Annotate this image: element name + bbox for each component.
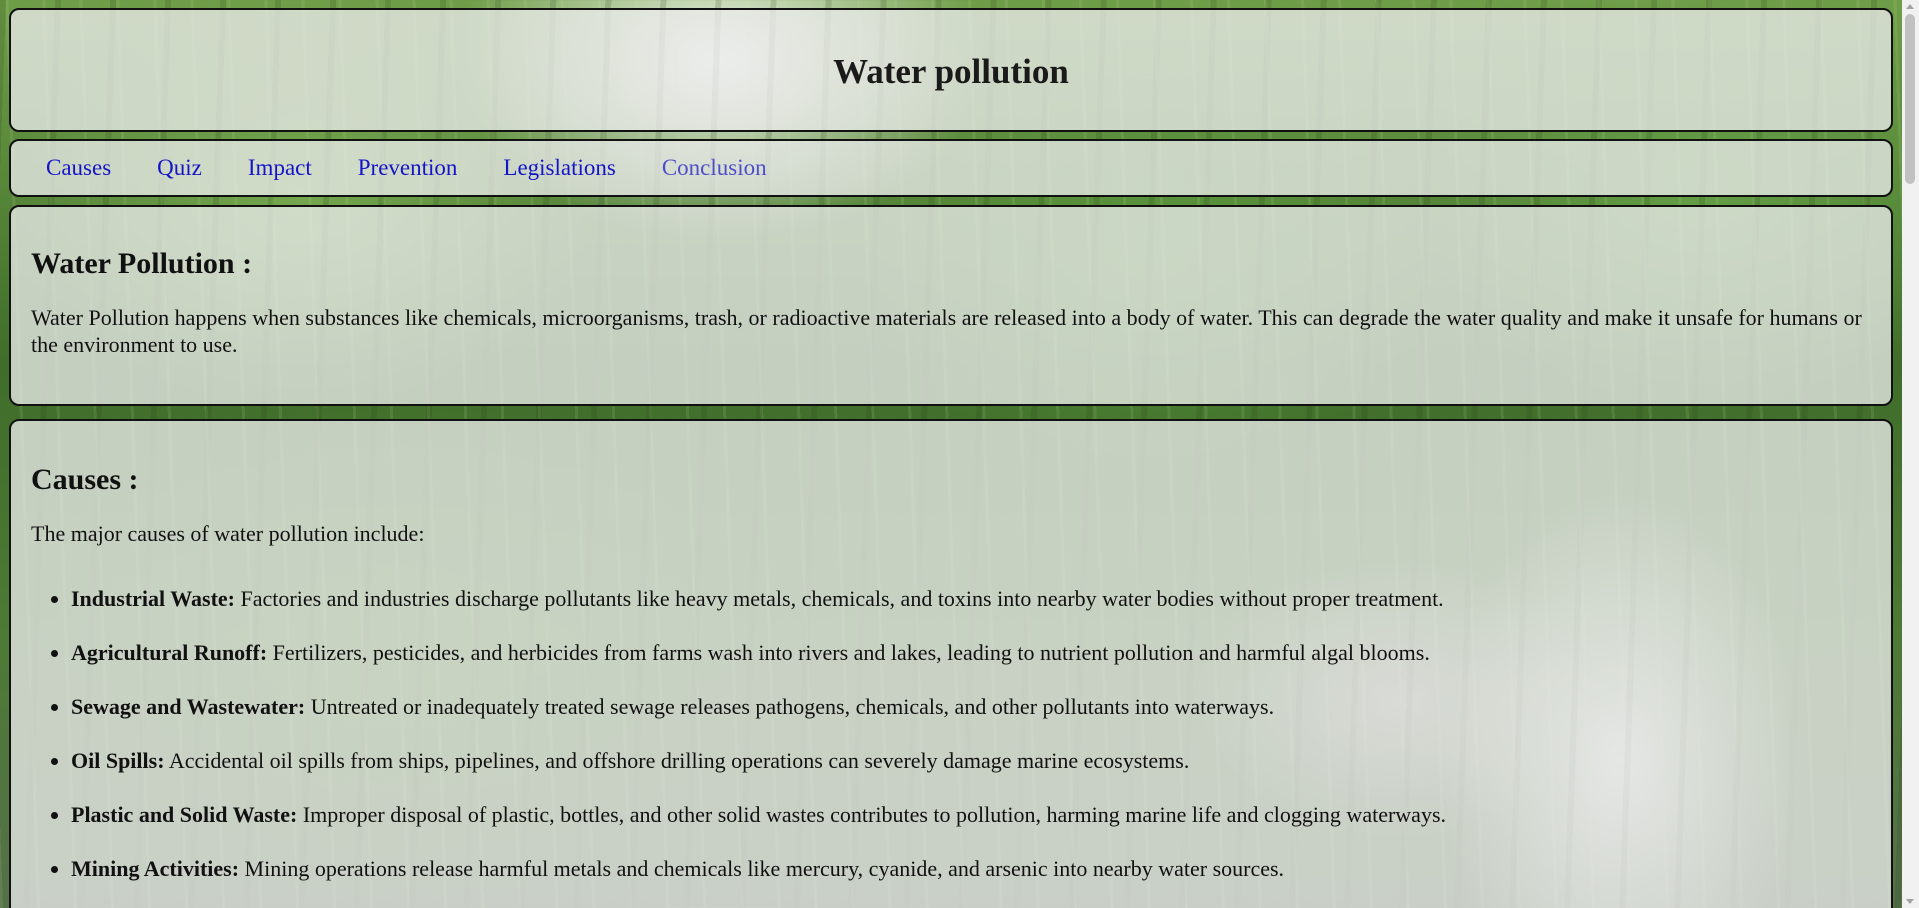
- cause-term: Sewage and Wastewater:: [71, 694, 306, 719]
- page-header: Water pollution: [9, 8, 1893, 132]
- cause-term: Industrial Waste:: [71, 586, 236, 611]
- nav-bar: Causes Quiz Impact Prevention Legislatio…: [9, 139, 1893, 197]
- causes-lead: The major causes of water pollution incl…: [31, 521, 425, 546]
- intro-section: Water Pollution : Water Pollution happen…: [9, 205, 1893, 406]
- cause-desc: Untreated or inadequately treated sewage…: [305, 694, 1275, 719]
- list-item: Agricultural Runoff: Fertilizers, pestic…: [71, 639, 1871, 666]
- cause-desc: Fertilizers, pesticides, and herbicides …: [267, 640, 1430, 665]
- list-item: Sewage and Wastewater: Untreated or inad…: [71, 693, 1871, 720]
- cause-desc: Mining operations release harmful metals…: [239, 856, 1285, 881]
- nav-link-legislations[interactable]: Legislations: [503, 155, 615, 181]
- cause-desc: Accidental oil spills from ships, pipeli…: [164, 748, 1190, 773]
- scrollbar-thumb[interactable]: [1905, 14, 1915, 184]
- cause-desc: Improper disposal of plastic, bottles, a…: [297, 802, 1446, 827]
- nav-link-causes[interactable]: Causes: [46, 155, 111, 181]
- cause-term: Oil Spills:: [71, 748, 165, 773]
- nav-link-prevention[interactable]: Prevention: [358, 155, 458, 181]
- scroll-up-icon[interactable]: [1906, 4, 1914, 9]
- list-item: Plastic and Solid Waste: Improper dispos…: [71, 801, 1871, 828]
- causes-section: Causes : The major causes of water pollu…: [9, 419, 1893, 908]
- list-item: Industrial Waste: Factories and industri…: [71, 585, 1871, 612]
- list-item: Mining Activities: Mining operations rel…: [71, 855, 1871, 882]
- nav-link-conclusion[interactable]: Conclusion: [662, 155, 767, 181]
- intro-heading: Water Pollution :: [31, 247, 253, 280]
- causes-heading: Causes :: [31, 463, 139, 496]
- cause-desc: Factories and industries discharge pollu…: [235, 586, 1444, 611]
- intro-text: Water Pollution happens when substances …: [31, 305, 1862, 357]
- scroll-down-icon[interactable]: [1906, 899, 1914, 904]
- nav-link-quiz[interactable]: Quiz: [157, 155, 202, 181]
- cause-term: Mining Activities:: [71, 856, 240, 881]
- cause-term: Plastic and Solid Waste:: [71, 802, 298, 827]
- nav-link-impact[interactable]: Impact: [248, 155, 312, 181]
- page-title: Water pollution: [833, 52, 1069, 91]
- list-item: Oil Spills: Accidental oil spills from s…: [71, 747, 1871, 774]
- causes-list: Industrial Waste: Factories and industri…: [31, 585, 1871, 882]
- vertical-scrollbar[interactable]: [1902, 0, 1919, 908]
- cause-term: Agricultural Runoff:: [71, 640, 268, 665]
